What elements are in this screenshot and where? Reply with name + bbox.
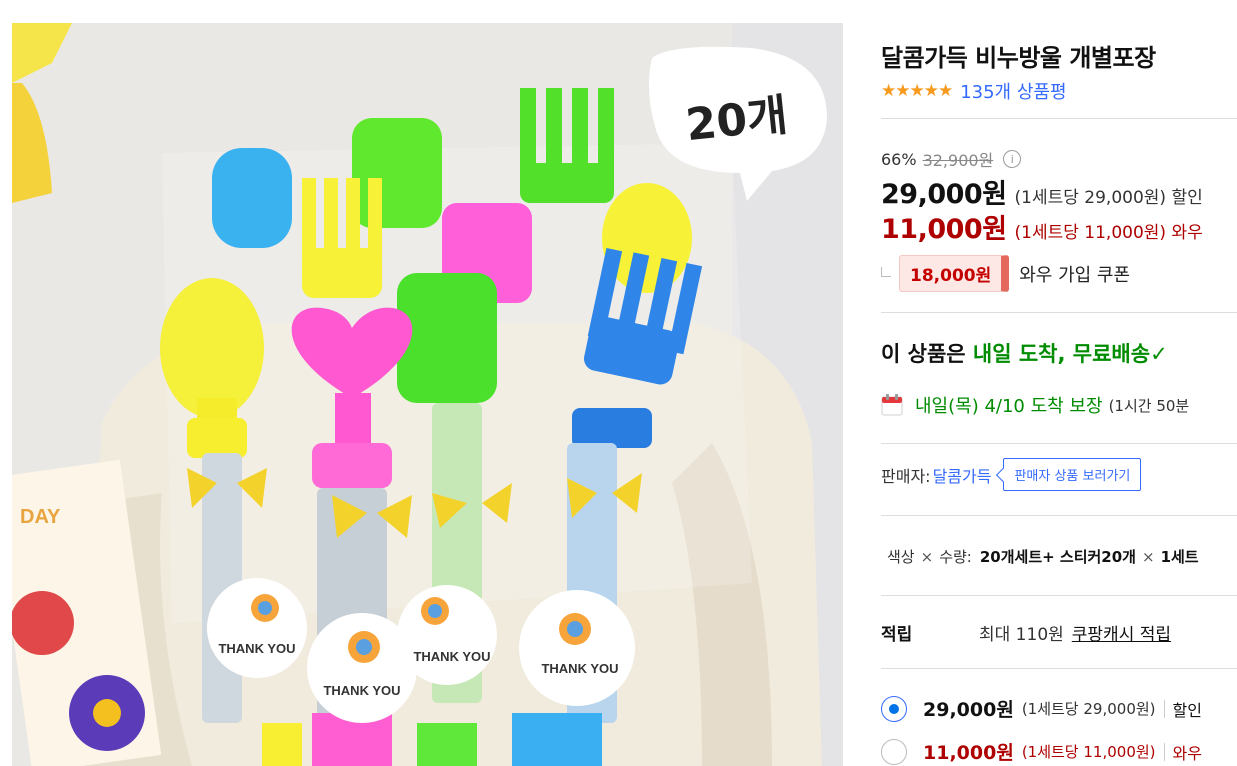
- price-option-normal[interactable]: 29,000원 (1세트당 29,000원) 할인: [881, 695, 1202, 722]
- rating-row: ★★★★★ 135개 상품평: [881, 78, 1067, 104]
- product-photo: THANK YOU THANK YOU THANK YOU THANK YOU …: [12, 23, 843, 766]
- price-option-tag: 할인: [1172, 700, 1202, 720]
- option-label-quantity: 수량:: [939, 548, 972, 566]
- product-info-panel: 달콤가득 비누방울 개별포장 ★★★★★ 135개 상품평 66% 32,900…: [881, 0, 1237, 766]
- tree-branch-icon: [881, 266, 891, 277]
- price-option-unit: (1세트당 11,000원): [1021, 743, 1156, 761]
- discount-row: 66% 32,900원 i: [881, 147, 1022, 171]
- price-option-amount: 29,000원: [923, 699, 1014, 721]
- card-text: DAY: [20, 506, 61, 528]
- divider: [881, 595, 1237, 596]
- normal-price: 29,000원: [881, 179, 1007, 210]
- thank-you-sticker-text: THANK YOU: [541, 661, 618, 676]
- divider: [881, 515, 1237, 516]
- coupang-cash-link[interactable]: 쿠팡캐시 적립: [1072, 620, 1171, 645]
- seller-name-link[interactable]: 달콤가득: [933, 463, 992, 487]
- arrival-date: 내일(목) 4/10 도착 보장: [915, 396, 1103, 417]
- wow-price-row: 11,000원 (1세트당 11,000원) 와우: [881, 207, 1203, 246]
- wow-price: 11,000원: [881, 214, 1007, 245]
- review-count-link[interactable]: 135개 상품평: [960, 78, 1066, 104]
- check-icon: ✓: [1150, 342, 1168, 366]
- divider: [881, 443, 1237, 444]
- wow-unit-price: (1세트당 11,000원) 와우: [1014, 223, 1203, 243]
- coupon-text: 와우 가입 쿠폰: [1019, 264, 1131, 286]
- original-price: 32,900원: [922, 151, 994, 170]
- arrival-row: 내일(목) 4/10 도착 보장 (1시간 50분: [881, 392, 1189, 418]
- divider: [881, 312, 1237, 313]
- delivery-prefix: 이 상품은: [881, 342, 973, 366]
- thank-you-sticker-text: THANK YOU: [218, 641, 295, 656]
- count-badge-text: 20개: [683, 90, 789, 151]
- radio-button[interactable]: [881, 738, 907, 765]
- option-value-set: 1세트: [1160, 548, 1199, 566]
- product-title: 달콤가득 비누방울 개별포장: [881, 44, 1156, 72]
- times-icon: ×: [1141, 547, 1155, 566]
- rating-stars-icon: ★★★★★: [881, 81, 953, 101]
- price-option-wow[interactable]: 11,000원 (1세트당 11,000원) 와우: [881, 738, 1202, 765]
- arrival-note: (1시간 50분: [1108, 396, 1190, 415]
- seller-label: 판매자:: [881, 466, 931, 486]
- normal-unit-price: (1세트당 29,000원) 할인: [1014, 188, 1203, 208]
- times-icon: ×: [920, 547, 934, 566]
- points-max: 최대 110원: [979, 625, 1064, 645]
- separator: [1163, 742, 1165, 761]
- calendar-icon: [881, 394, 903, 416]
- divider: [881, 118, 1237, 119]
- price-option-unit: (1세트당 29,000원): [1021, 700, 1156, 718]
- normal-price-row: 29,000원 (1세트당 29,000원) 할인: [881, 172, 1203, 211]
- price-option-tag: 와우: [1172, 743, 1202, 763]
- product-image[interactable]: THANK YOU THANK YOU THANK YOU THANK YOU …: [12, 23, 843, 766]
- radio-button[interactable]: [881, 695, 907, 722]
- points-label: 적립: [881, 625, 913, 645]
- delivery-headline: 이 상품은 내일 도착, 무료배송✓: [881, 338, 1168, 368]
- coupon-row: 18,000원 와우 가입 쿠폰: [881, 255, 1130, 292]
- discount-rate: 66%: [881, 149, 917, 169]
- price-option-amount: 11,000원: [923, 742, 1014, 764]
- seller-row: 판매자: 달콤가득 판매자 상품 보러가기: [881, 458, 1142, 491]
- points-row: 적립 최대 110원 쿠팡캐시 적립: [881, 620, 1237, 645]
- selected-option-row: 색상 × 수량: 20개세트+ 스티커20개 × 1세트: [887, 546, 1199, 567]
- option-value: 20개세트+ 스티커20개: [979, 548, 1136, 566]
- thank-you-sticker-text: THANK YOU: [413, 649, 490, 664]
- seller-products-button[interactable]: 판매자 상품 보러가기: [1003, 458, 1142, 491]
- thank-you-sticker-text: THANK YOU: [323, 683, 400, 698]
- divider: [881, 668, 1237, 669]
- separator: [1163, 699, 1165, 718]
- coupon-badge[interactable]: 18,000원: [899, 255, 1010, 292]
- option-label-color: 색상: [887, 548, 915, 566]
- info-icon[interactable]: i: [1003, 150, 1022, 168]
- delivery-highlight: 내일 도착, 무료배송: [972, 342, 1151, 366]
